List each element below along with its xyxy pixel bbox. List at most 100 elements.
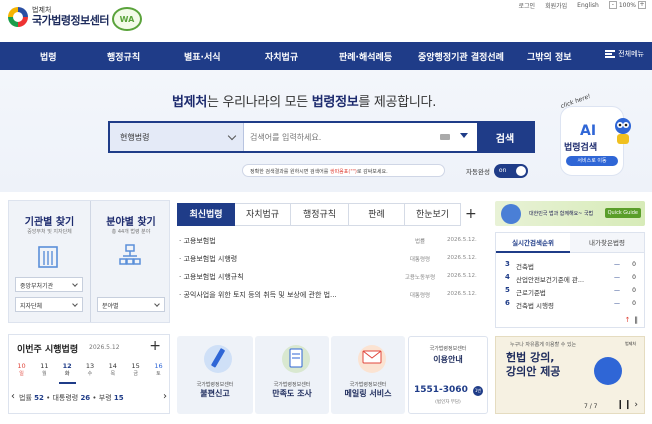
mailing-service[interactable]: 국가법령정보센터 메일링 서비스 [331, 336, 405, 414]
extension-badge: 1번 [473, 386, 483, 396]
autocomplete-label: 자동완성 [466, 168, 490, 176]
day-button[interactable]: 12 화 [58, 362, 76, 384]
day-button[interactable]: 14 목 [104, 362, 121, 384]
law-tabs: 최신법령 자치법규 행정규칙 판례 한눈보기 [177, 203, 487, 226]
robot-mascot-icon [615, 118, 631, 144]
ranking-row[interactable]: 4 산업안전보건기준에 관... —0 [496, 272, 644, 285]
phone-guide[interactable]: 국가법령정보센터 이용안내 1551-3060 1번 (법인자 부담) [408, 336, 488, 414]
nav-item-local-law[interactable]: 자치법규 [265, 50, 298, 63]
keyboard-icon[interactable] [440, 134, 450, 140]
agency-finder: 기관별 찾기 중앙부처 및 지자단체 중앙부처기관 지자단체 [9, 201, 90, 322]
weekly-stats: 법률 52 • 대통령령 26 • 부령 15 [19, 394, 124, 402]
hero-slogan: 법제처는 우리나라의 모든 법령정보를 제공합니다. [172, 95, 437, 110]
complaint-service[interactable]: 국가법령정보센터 불편신고 [177, 336, 253, 414]
search-input[interactable] [250, 127, 430, 147]
category-finder-title[interactable]: 분야별 찾기 [91, 213, 171, 228]
nav-item-other-info[interactable]: 그밖의 정보 [527, 50, 572, 63]
survey-clipboard-icon [282, 345, 310, 373]
list-item[interactable]: · 고용보험법 법률 2026.5.12. [177, 232, 487, 250]
autocomplete-control: 자동완성 on [466, 164, 528, 178]
day-button[interactable]: 15 금 [127, 362, 144, 384]
category-finder: 분야별 찾기 총 44개 법령 분야 분야별 [90, 201, 171, 322]
list-item[interactable]: · 고용보험법 시행령 대통령령 2026.5.12. [177, 250, 487, 268]
rank-up-arrow-icon[interactable]: ↑ [625, 316, 631, 324]
local-gov-select[interactable]: 지자단체 [15, 297, 83, 312]
mailing-label: 메일링 서비스 [344, 389, 392, 398]
tab-admin-rules[interactable]: 행정규칙 [291, 203, 349, 226]
tab-my-laws[interactable]: 내가찾은법령 [570, 233, 644, 253]
phone-guide-label: 이용안내 [433, 355, 463, 364]
nav-item-central-decisions[interactable]: 중앙행정기관 결정선례 [418, 50, 504, 63]
latest-law-list: · 고용보험법 법률 2026.5.12. · 고용보험법 시행령 대통령령 2… [177, 232, 487, 304]
org-chart-icon [119, 244, 141, 265]
ai-subtitle: 법령검색 [564, 143, 598, 153]
chevron-left-icon[interactable]: ‹ [11, 391, 15, 402]
agency-finder-subtitle: 중앙부처 및 지자단체 [27, 229, 72, 235]
ai-go-button[interactable]: 서비스로 이동 [566, 156, 618, 166]
nav-item-forms[interactable]: 별표·서식 [184, 50, 221, 63]
category-select[interactable]: 분야별 [97, 297, 165, 312]
signup-link[interactable]: 회원가입 [545, 1, 567, 10]
list-item[interactable]: · 고용보험법 시행규칙 고용노동부령 2026.5.12. [177, 268, 487, 286]
nav-item-precedents[interactable]: 판례·해석례등 [339, 50, 392, 63]
weekly-enforced-laws: 이번주 시행법령 2026.5.12 + 10 일 11 월 12 화 13 수 14 목… [8, 334, 170, 414]
ranking-row[interactable]: 5 근로기준법 —0 [496, 285, 644, 298]
agency-finder-title[interactable]: 기관별 찾기 [9, 213, 90, 228]
phone-number: 1551-3060 [414, 385, 468, 395]
login-link[interactable]: 로그인 [519, 1, 536, 10]
mascot-icon [501, 204, 521, 224]
day-button[interactable]: 10 일 [13, 362, 30, 384]
zoom-control: - 100% + [608, 1, 646, 9]
web-accessibility-mark: WA [112, 7, 142, 31]
survey-label: 만족도 조사 [272, 389, 312, 398]
tab-latest-laws[interactable]: 최신법령 [177, 203, 235, 226]
hamburger-icon [605, 50, 616, 58]
promo-org-logo: 법제처 [624, 341, 636, 346]
day-button[interactable]: 16 토 [150, 362, 167, 384]
org-name: 국가법령정보센터 [32, 14, 109, 27]
zoom-in-button[interactable]: + [638, 1, 646, 9]
pen-report-icon [204, 345, 232, 373]
utility-bar: 로그인 회원가입 English - 100% + [519, 0, 646, 10]
chevron-right-icon[interactable]: › [163, 391, 167, 402]
tab-overview[interactable]: 한눈보기 [405, 203, 461, 226]
nav-item-admin-rules[interactable]: 행정규칙 [107, 50, 140, 63]
list-item[interactable]: · 공익사업을 위한 토지 등의 취득 및 보상에 관한 법... 대통령령 2… [177, 286, 487, 304]
promo-controls[interactable]: ❙❙ › [616, 400, 638, 410]
site-logo[interactable]: 법제처 국가법령정보센터 [8, 6, 109, 27]
mascot-character-icon [594, 357, 622, 385]
complaint-label: 불편신고 [200, 389, 230, 398]
survey-service[interactable]: 국가법령정보센터 만족도 조사 [255, 336, 329, 414]
ai-search-promo[interactable]: click here! AI 법령검색 서비스로 이동 [560, 93, 636, 182]
tab-realtime-ranking[interactable]: 실시간검색순위 [496, 233, 570, 253]
ranking-row[interactable]: 3 건축법 —0 [496, 259, 644, 272]
zoom-out-button[interactable]: - [608, 1, 617, 9]
weekly-more-button[interactable]: + [149, 338, 161, 354]
quick-find-box: 기관별 찾기 중앙부처 및 지자단체 중앙부처기관 지자단체 분야별 찾기 총 … [8, 200, 170, 323]
search-category-select[interactable]: 현행법령 [110, 123, 244, 151]
tab-more-button[interactable]: + [465, 203, 477, 226]
day-button[interactable]: 13 수 [81, 362, 98, 384]
promo-page-indicator: 7 / 7 [584, 403, 598, 410]
tab-local-laws[interactable]: 자치법규 [235, 203, 291, 226]
search-tip: 정확한 검색결과를 원하시면 검색어를 쌍따옴표("")로 감싸보세요. [242, 164, 445, 177]
weekly-date: 2026.5.12 [89, 344, 120, 351]
english-link[interactable]: English [577, 2, 599, 9]
chevron-down-icon [227, 131, 237, 141]
autocomplete-toggle[interactable]: on [493, 164, 528, 178]
promo-banner[interactable]: 누구나 자유롭게 이용할 수 있는 법제처 헌법 강의, 강의안 제공 7 / 7… [495, 336, 645, 414]
all-menu-button[interactable]: 전체메뉴 [605, 49, 644, 59]
ranking-row[interactable]: 6 건축법 시행령 —0 [496, 298, 644, 311]
government-emblem-icon [8, 6, 28, 27]
quick-guide-button[interactable]: Quick Guide [604, 208, 641, 218]
search-button[interactable]: 검색 [477, 123, 533, 151]
zoom-level: 100% [618, 1, 636, 9]
weekly-title: 이번주 시행법령 [17, 345, 79, 355]
agency-select[interactable]: 중앙부처기관 [15, 277, 83, 292]
search-options-dropdown-icon[interactable] [460, 133, 468, 138]
quick-guide-banner[interactable]: 대한민국 법과 함께해요~ 국법 Quick Guide [495, 201, 645, 226]
pause-icon[interactable]: ‖ [635, 316, 639, 324]
nav-item-law[interactable]: 법령 [40, 50, 57, 63]
tab-precedents[interactable]: 판례 [349, 203, 405, 226]
day-button[interactable]: 11 월 [36, 362, 53, 384]
